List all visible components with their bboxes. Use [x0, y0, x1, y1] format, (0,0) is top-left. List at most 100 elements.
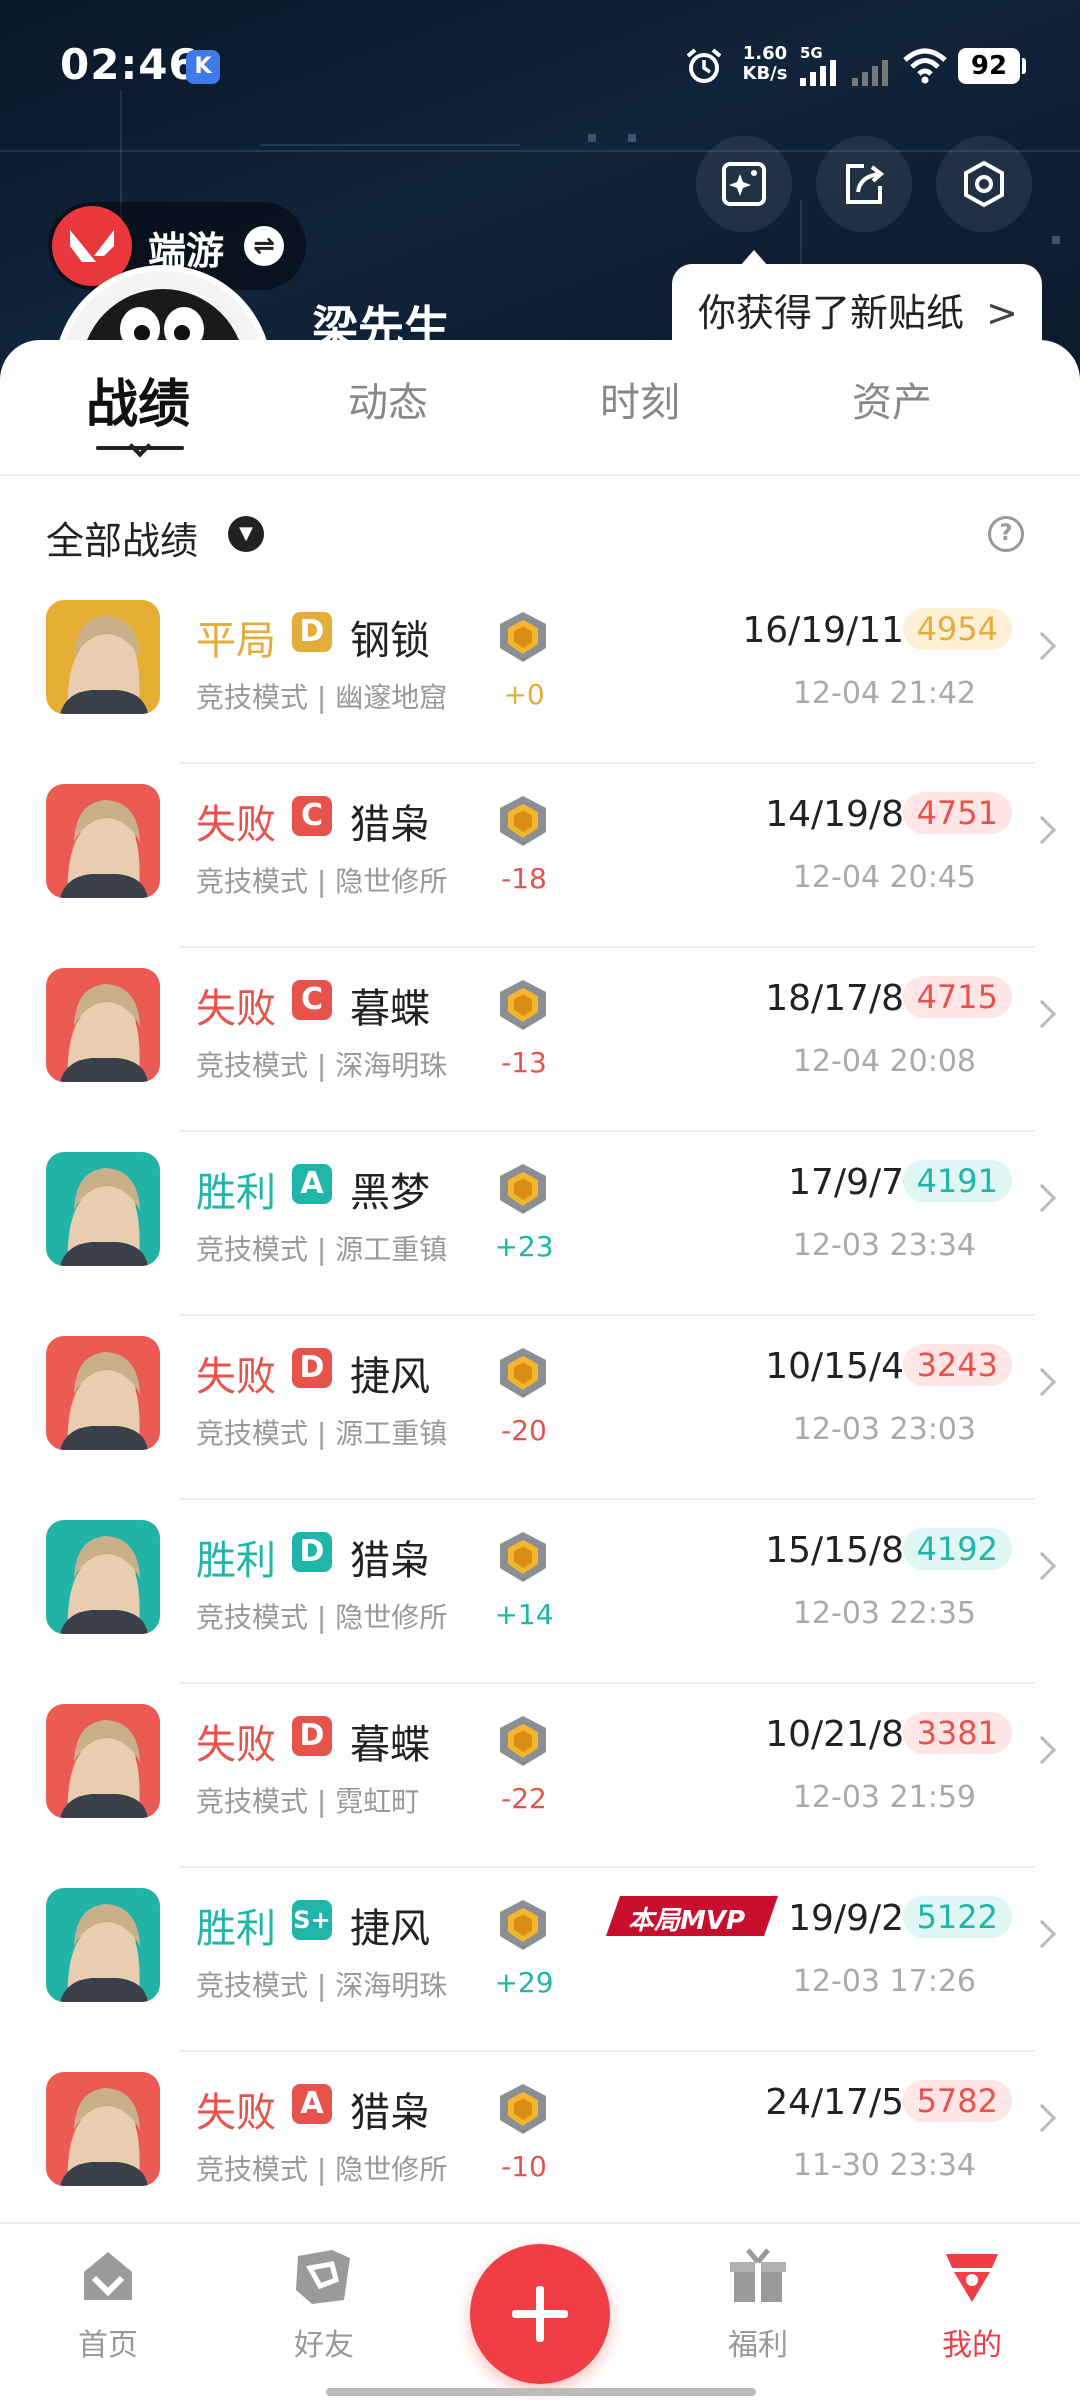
match-mode: 竞技模式: [196, 1785, 309, 1818]
tab-record[interactable]: 战绩: [86, 362, 190, 437]
match-kda: 10/21/8: [765, 1714, 904, 1755]
agent-name: 黑梦: [350, 1170, 430, 1216]
settings-button[interactable]: [936, 136, 1032, 232]
match-result: 胜利: [196, 1170, 276, 1216]
chevron-down-icon[interactable]: ▼: [228, 516, 264, 552]
match-result: 胜利: [196, 1538, 276, 1584]
rank-delta: -10: [501, 2150, 547, 2183]
match-row[interactable]: 平局 D 钢锁 竞技模式 | 幽邃地窟 +0 16/19/11 4954 12-04 21:4…: [0, 580, 1080, 764]
match-mode: 竞技模式: [196, 865, 309, 898]
agent-portrait: [46, 1336, 160, 1450]
sticker-notice-text: 你获得了新贴纸: [698, 291, 965, 335]
match-result: 失败: [196, 2090, 276, 2136]
chevron-right-icon: [1027, 1367, 1057, 1397]
home-icon: [84, 2252, 132, 2300]
match-row[interactable]: 失败 D 捷风 竞技模式 | 源工重镇 -20 10/15/4 3243 12-03 23:0…: [0, 1316, 1080, 1500]
match-map: 深海明珠: [335, 1049, 448, 1082]
chevron-right-icon: [1027, 2103, 1057, 2133]
match-row[interactable]: 失败 C 暮蝶 竞技模式 | 深海明珠 -13 18/17/8 4715 12-04 20:0…: [0, 948, 1080, 1132]
app-root: 02:46 K 1.60 KB/s 5G 92 端游 ⇌ 梁先生 你获得了新贴纸…: [0, 0, 1080, 2400]
match-map: 幽邃地窟: [335, 681, 448, 714]
match-grade: D: [292, 1348, 332, 1388]
tab-assets[interactable]: 资产: [852, 370, 932, 428]
status-time: 02:46: [60, 40, 199, 89]
match-date: 11-30 23:34: [792, 2148, 976, 2183]
rank-delta: -22: [501, 1782, 547, 1815]
nav-welfare[interactable]: 福利: [698, 2244, 818, 2364]
match-date: 12-04 20:45: [792, 860, 976, 895]
match-grade: D: [292, 1532, 332, 1572]
mode-map-divider: |: [308, 1785, 336, 1818]
swap-icon: ⇌: [244, 226, 284, 266]
match-result: 平局: [196, 618, 276, 664]
agent-name: 暮蝶: [350, 986, 430, 1032]
match-row[interactable]: 胜利 A 黑梦 竞技模式 | 源工重镇 +23 17/9/7 4191 12-03 23:34: [0, 1132, 1080, 1316]
match-mode: 竞技模式: [196, 1049, 309, 1082]
match-kda: 15/15/8: [765, 1530, 904, 1571]
record-filter[interactable]: 全部战绩: [46, 510, 198, 565]
match-date: 12-03 23:34: [792, 1228, 976, 1263]
share-button[interactable]: [816, 136, 912, 232]
match-row[interactable]: 失败 A 猎枭 竞技模式 | 隐世修所 -10 24/17/5 5782 11-30 23:3…: [0, 2052, 1080, 2236]
agent-name: 猎枭: [350, 2090, 430, 2136]
net-speed-unit: KB/s: [742, 63, 788, 84]
nav-home[interactable]: 首页: [48, 2244, 168, 2364]
match-date: 12-04 21:42: [792, 676, 976, 711]
match-map: 隐世修所: [335, 2153, 448, 2186]
wifi-icon: [903, 48, 947, 84]
nav-mine-label: 我的: [942, 2328, 1002, 2363]
add-button[interactable]: [470, 2244, 610, 2384]
agent-name: 暮蝶: [350, 1722, 430, 1768]
match-row[interactable]: 失败 C 猎枭 竞技模式 | 隐世修所 -18 14/19/8 4751 12-04 20:4…: [0, 764, 1080, 948]
mode-map-divider: |: [308, 2153, 336, 2186]
mode-map: 竞技模式 | 源工重镇: [196, 1228, 447, 1268]
help-icon[interactable]: ?: [988, 516, 1024, 552]
match-grade: D: [292, 612, 332, 652]
nav-mine[interactable]: 我的: [912, 2244, 1032, 2364]
match-kda: 24/17/5: [765, 2082, 904, 2123]
match-kda: 14/19/8: [765, 794, 904, 835]
match-map: 隐世修所: [335, 865, 448, 898]
agent-name: 猎枭: [350, 1538, 430, 1584]
mode-map: 竞技模式 | 源工重镇: [196, 1412, 447, 1452]
sticker-icon: [722, 162, 766, 206]
nav-friends[interactable]: 好友: [264, 2244, 384, 2364]
mode-map-divider: |: [308, 1417, 336, 1450]
match-map: 深海明珠: [335, 1969, 448, 2002]
match-date: 12-03 21:59: [792, 1780, 976, 1815]
tab-bar: 战绩 动态 时刻 资产: [0, 340, 1080, 476]
net-speed-value: 1.60: [742, 43, 788, 64]
rank-delta: +14: [494, 1598, 554, 1631]
sticker-button[interactable]: [696, 136, 792, 232]
nav-home-label: 首页: [78, 2328, 138, 2363]
agent-portrait: [46, 1520, 160, 1634]
match-score: 3381: [902, 1712, 1012, 1754]
rank-delta: +29: [494, 1966, 554, 1999]
agent-portrait: [46, 968, 160, 1082]
match-grade: C: [292, 796, 332, 836]
chevron-right-icon: [1027, 999, 1057, 1029]
tab-activity[interactable]: 动态: [348, 370, 428, 428]
mode-map: 竞技模式 | 深海明珠: [196, 1964, 447, 2004]
match-date: 12-03 23:03: [792, 1412, 976, 1447]
match-row[interactable]: 胜利 D 猎枭 竞技模式 | 隐世修所 +14 15/15/8 4192 12-03 22:3…: [0, 1500, 1080, 1684]
signal-icon: [800, 60, 836, 86]
mode-map: 竞技模式 | 幽邃地窟: [196, 676, 447, 716]
chevron-right-icon: [1027, 1919, 1057, 1949]
agent-portrait: [46, 1888, 160, 2002]
match-map: 源工重镇: [335, 1233, 448, 1266]
profile-icon: [946, 2254, 998, 2302]
match-score: 4751: [902, 792, 1012, 834]
tab-moments[interactable]: 时刻: [600, 370, 680, 428]
match-map: 霓虹町: [335, 1785, 420, 1818]
agent-portrait: [46, 1152, 160, 1266]
match-result: 胜利: [196, 1906, 276, 1952]
tab-indicator: [96, 446, 184, 450]
match-row[interactable]: 胜利 S+ 捷风 竞技模式 | 深海明珠 +29 本局MVP 19/9/2 5122 12-03…: [0, 1868, 1080, 2052]
match-row[interactable]: 失败 D 暮蝶 竞技模式 | 霓虹町 -22 10/21/8 3381 12-03 21:59: [0, 1684, 1080, 1868]
mode-map: 竞技模式 | 深海明珠: [196, 1044, 447, 1084]
sticker-notice-arrow: >: [986, 291, 1018, 335]
match-map: 源工重镇: [335, 1417, 448, 1450]
match-kda: 18/17/8: [765, 978, 904, 1019]
match-mode: 竞技模式: [196, 1233, 309, 1266]
